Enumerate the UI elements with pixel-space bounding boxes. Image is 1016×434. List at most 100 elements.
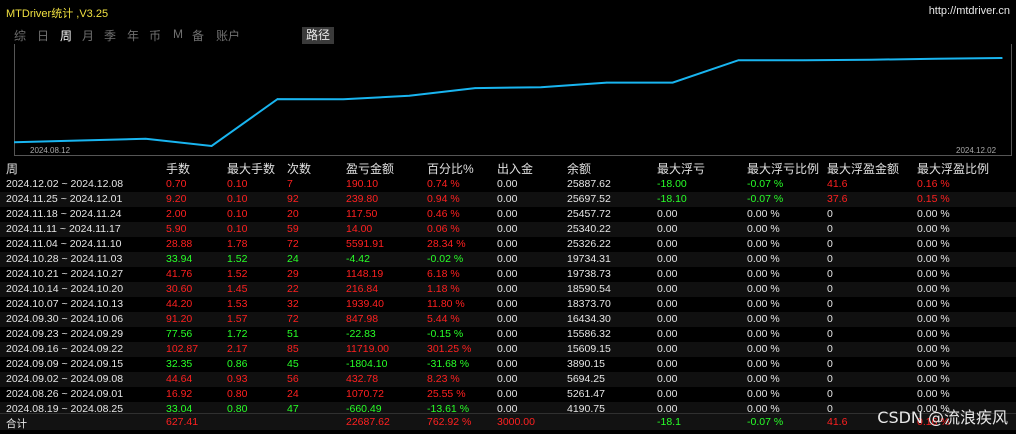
column-header: 盈亏金额 xyxy=(346,162,395,176)
table-cell: 9.20 xyxy=(166,193,187,205)
column-header: 最大浮亏 xyxy=(657,162,706,176)
table-cell: 19738.73 xyxy=(567,268,611,280)
table-cell: 91.20 xyxy=(166,313,193,325)
table-cell: 32 xyxy=(287,298,299,310)
table-row[interactable]: 2024.10.14 ~ 2024.10.20 30.60 1.45 22 216.84… xyxy=(0,282,1016,297)
tab-1[interactable]: 日 xyxy=(37,27,49,44)
table-cell: 25.55 % xyxy=(427,388,466,400)
table-row[interactable]: 2024.10.21 ~ 2024.10.27 41.76 1.52 29 1148.1… xyxy=(0,267,1016,282)
table-cell: 2024.11.11 ~ 2024.11.17 xyxy=(6,223,121,235)
table-cell: 5.44 % xyxy=(427,313,460,325)
table-cell: 216.84 xyxy=(346,283,379,295)
balance-line xyxy=(14,57,1003,148)
table-cell: 102.87 xyxy=(166,343,199,355)
table-row[interactable]: 2024.10.28 ~ 2024.11.03 33.94 1.52 24 -4.42 -… xyxy=(0,252,1016,267)
table-cell: 1.52 xyxy=(227,253,248,265)
table-cell: 7 xyxy=(287,178,293,190)
table-cell: 2024.09.09 ~ 2024.09.15 xyxy=(6,358,124,370)
tab-7[interactable]: M xyxy=(173,27,183,41)
website-link[interactable]: http://mtdriver.cn xyxy=(929,5,1010,17)
table-cell: 0 xyxy=(827,313,833,325)
balance-point xyxy=(342,98,345,100)
tab-8[interactable]: 备 xyxy=(192,27,204,44)
table-cell: 11719.00 xyxy=(346,343,390,355)
table-cell: 16.92 xyxy=(166,388,193,400)
table-cell: 0 xyxy=(827,298,833,310)
table-row[interactable]: 2024.11.25 ~ 2024.12.01 9.20 0.10 92 239.80 0… xyxy=(0,192,1016,207)
table-row[interactable]: 2024.09.30 ~ 2024.10.06 91.20 1.57 72 847.98… xyxy=(0,312,1016,327)
table-row[interactable]: 2024.09.02 ~ 2024.09.08 44.64 0.93 56 432.78… xyxy=(0,372,1016,387)
table-row[interactable]: 2024.12.02 ~ 2024.12.08 0.70 0.10 7 190.10 0.… xyxy=(0,177,1016,192)
table-cell: 1.78 xyxy=(227,238,248,250)
chart-start-date: 2024.08.12 xyxy=(30,146,71,155)
total-cell: 22687.62 xyxy=(346,416,390,428)
table-cell: 1.52 xyxy=(227,268,248,280)
table-cell: 0.00 % xyxy=(747,343,780,355)
table-cell: 85 xyxy=(287,343,299,355)
table-cell: 0.00 % xyxy=(747,388,780,400)
table-cell: 1.72 xyxy=(227,328,248,340)
table-cell: 0.00 xyxy=(657,388,678,400)
table-row[interactable]: 2024.11.04 ~ 2024.11.10 28.88 1.78 72 5591.9… xyxy=(0,237,1016,252)
table-cell: 18590.54 xyxy=(567,283,611,295)
balance-point xyxy=(210,145,213,147)
table-cell: 0.00 % xyxy=(747,223,780,235)
table-cell: 0.00 % xyxy=(747,313,780,325)
tab-4[interactable]: 季 xyxy=(104,27,116,44)
table-row[interactable]: 2024.11.11 ~ 2024.11.17 5.90 0.10 59 14.00 0.… xyxy=(0,222,1016,237)
table-cell: 33.94 xyxy=(166,253,193,265)
table-row[interactable]: 2024.11.18 ~ 2024.11.24 2.00 0.10 20 117.50 0… xyxy=(0,207,1016,222)
tab-0[interactable]: 综 xyxy=(14,27,26,44)
table-cell: 20 xyxy=(287,208,299,220)
table-cell: 0.06 % xyxy=(427,223,460,235)
table-cell: 0.00 % xyxy=(747,298,780,310)
table-row[interactable]: 2024.09.23 ~ 2024.09.29 77.56 1.72 51 -22.83… xyxy=(0,327,1016,342)
table-row[interactable]: 2024.08.26 ~ 2024.09.01 16.92 0.80 24 1070.7… xyxy=(0,387,1016,402)
tab-9[interactable]: 账户 xyxy=(216,27,240,44)
table-cell: 0 xyxy=(827,223,833,235)
table-cell: 25697.52 xyxy=(567,193,611,205)
tab-5[interactable]: 年 xyxy=(127,27,139,44)
table-row[interactable]: 2024.10.07 ~ 2024.10.13 44.20 1.53 32 1939.4… xyxy=(0,297,1016,312)
table-cell: 0.00 xyxy=(497,328,518,340)
table-cell: 432.78 xyxy=(346,373,379,385)
table-cell: 0.00 % xyxy=(917,253,950,265)
table-cell: 0.00 % xyxy=(917,283,950,295)
total-label: 合计 xyxy=(6,418,27,430)
table-cell: 59 xyxy=(287,223,299,235)
table-cell: -0.02 % xyxy=(427,253,464,265)
table-cell: 19734.31 xyxy=(567,253,611,265)
table-cell: 0.00 % xyxy=(917,358,950,370)
table-cell: 0.94 % xyxy=(427,193,460,205)
tab-6[interactable]: 币 xyxy=(149,27,161,44)
table-cell: 30.60 xyxy=(166,283,193,295)
balance-point xyxy=(276,98,279,100)
table-cell: 2024.10.14 ~ 2024.10.20 xyxy=(6,283,124,295)
table-cell: 5591.91 xyxy=(346,238,384,250)
table-cell: 0.00 % xyxy=(747,208,780,220)
tab-2[interactable]: 周 xyxy=(60,27,72,44)
table-cell: 0.00 xyxy=(497,223,518,235)
table-cell: 1.18 % xyxy=(427,283,460,295)
table-cell: 0.00 xyxy=(657,298,678,310)
table-cell: 0 xyxy=(827,208,833,220)
table-cell: 5261.47 xyxy=(567,388,605,400)
balance-point xyxy=(606,81,608,84)
table-cell: 0.00 % xyxy=(917,328,950,340)
table-cell: 0.00 xyxy=(657,358,678,370)
table-cell: 0.10 xyxy=(227,208,248,220)
table-cell: 25887.62 xyxy=(567,178,611,190)
balance-point xyxy=(144,138,147,140)
tab-3[interactable]: 月 xyxy=(82,27,94,44)
table-cell: 5.90 xyxy=(166,223,187,235)
table-cell: 0.86 xyxy=(227,358,248,370)
table-cell: 0.00 % xyxy=(747,268,780,280)
table-cell: 2024.10.21 ~ 2024.10.27 xyxy=(6,268,124,280)
table-cell: 16434.30 xyxy=(567,313,611,325)
table-row[interactable]: 2024.09.16 ~ 2024.09.22 102.87 2.17 85 11719… xyxy=(0,342,1016,357)
table-cell: 6.18 % xyxy=(427,268,460,280)
table-cell: 5694.25 xyxy=(567,373,605,385)
table-cell: 1939.40 xyxy=(346,298,384,310)
table-row[interactable]: 2024.09.09 ~ 2024.09.15 32.35 0.86 45 -1804.… xyxy=(0,357,1016,372)
tab-10[interactable]: 路径 xyxy=(302,27,335,44)
